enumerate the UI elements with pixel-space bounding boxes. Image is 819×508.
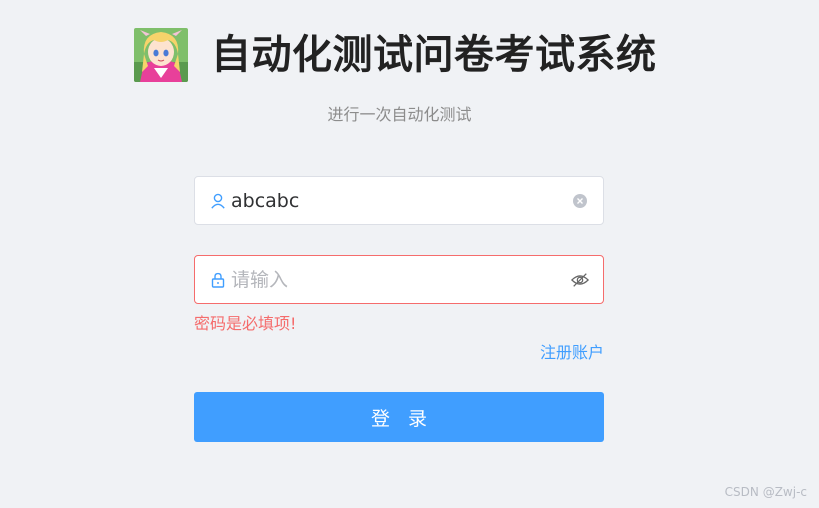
- password-field[interactable]: [194, 255, 604, 304]
- eye-off-icon[interactable]: [571, 271, 589, 289]
- login-button[interactable]: 登 录: [194, 392, 604, 442]
- username-input[interactable]: [231, 177, 565, 224]
- page-title: 自动化测试问卷考试系统: [211, 32, 657, 78]
- password-input[interactable]: [231, 256, 565, 303]
- password-error-message: 密码是必填项!: [194, 314, 297, 333]
- user-icon: [210, 193, 226, 209]
- clear-circle-icon[interactable]: [571, 192, 589, 210]
- username-field[interactable]: [194, 176, 604, 225]
- lock-icon: [210, 272, 226, 288]
- watermark: CSDN @Zwj-c: [724, 485, 807, 499]
- app-logo-avatar: [134, 28, 188, 82]
- register-account-link[interactable]: 注册账户: [540, 339, 604, 363]
- page-header: 自动化测试问卷考试系统: [134, 28, 657, 82]
- page-subtitle: 进行一次自动化测试: [327, 105, 472, 124]
